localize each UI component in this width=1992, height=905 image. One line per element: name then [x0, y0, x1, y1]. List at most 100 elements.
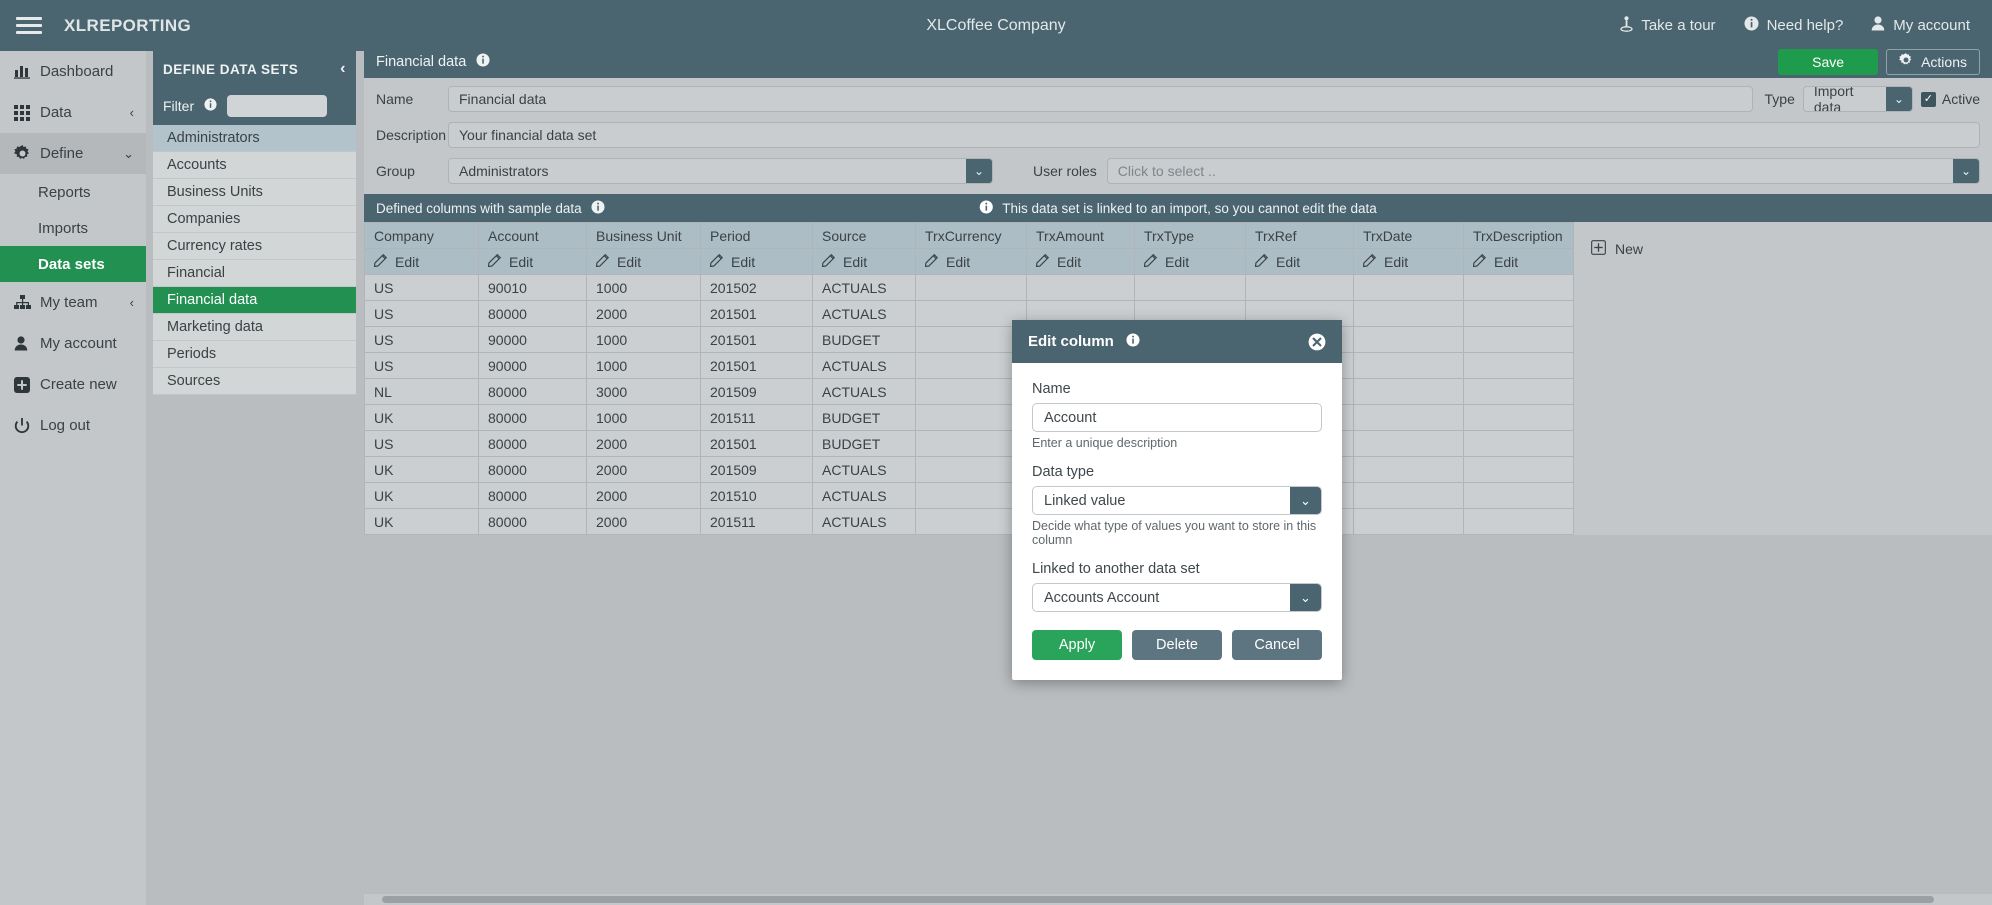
column-header: Company	[364, 222, 479, 249]
edit-column-cell[interactable]: Edit	[1134, 248, 1246, 275]
table-cell: 2000	[586, 508, 701, 535]
user-roles-select[interactable]: Click to select .. ⌄	[1106, 158, 1980, 184]
table-cell	[915, 326, 1027, 353]
info-icon[interactable]	[591, 199, 605, 217]
info-icon[interactable]	[1126, 332, 1140, 351]
apply-button[interactable]: Apply	[1032, 630, 1122, 660]
horizontal-scrollbar[interactable]	[364, 894, 1992, 905]
modal-name-input[interactable]: Account	[1032, 403, 1322, 432]
cancel-button[interactable]: Cancel	[1232, 630, 1322, 660]
table-cell: US	[364, 430, 479, 457]
delete-button[interactable]: Delete	[1132, 630, 1222, 660]
close-icon[interactable]	[1308, 333, 1326, 351]
save-button[interactable]: Save	[1778, 48, 1879, 75]
data-set-list-item[interactable]: Periods	[153, 341, 356, 368]
actions-button[interactable]: Actions	[1886, 48, 1980, 75]
sidebar-item-imports[interactable]: Imports	[0, 210, 146, 246]
brand-logo[interactable]: XLREPORTING	[64, 16, 191, 36]
edit-column-dialog-body: Name Account Enter a unique description …	[1012, 363, 1342, 680]
table-cell: BUDGET	[812, 404, 916, 431]
data-sets-panel-header: DEFINE DATA SETS ‹	[153, 51, 356, 87]
sidebar-item-my-account[interactable]: My account	[0, 323, 146, 364]
edit-column-cell[interactable]: Edit	[1026, 248, 1135, 275]
sidebar-item-data-sets[interactable]: Data sets	[0, 246, 146, 282]
edit-column-link[interactable]: Edit	[595, 253, 691, 270]
data-set-list-item-label: Periods	[167, 346, 217, 362]
data-set-list-item-label: Business Units	[167, 184, 263, 200]
data-set-list-item[interactable]: Administrators	[153, 125, 356, 152]
sidebar-item-create-new[interactable]: Create new	[0, 364, 146, 405]
new-column-button[interactable]: New	[1583, 239, 1715, 258]
edit-column-cell[interactable]: Edit	[812, 248, 916, 275]
data-set-list-item[interactable]: Business Units	[153, 179, 356, 206]
edit-pencil-icon	[595, 253, 610, 270]
sidebar-item-dashboard[interactable]: Dashboard	[0, 51, 146, 92]
top-bar: XLREPORTING XLCoffee Company Take a tour…	[0, 0, 1992, 51]
table-cell	[1245, 274, 1354, 301]
table-cell: 201509	[700, 378, 813, 405]
columns-bar-title: Defined columns with sample data	[376, 200, 582, 216]
chevron-left-icon[interactable]: ‹	[340, 60, 346, 78]
edit-column-link[interactable]: Edit	[1362, 253, 1454, 270]
edit-column-link[interactable]: Edit	[487, 253, 577, 270]
data-set-list-item[interactable]: Financial data	[153, 287, 356, 314]
edit-column-link[interactable]: Edit	[1472, 253, 1564, 270]
edit-column-link[interactable]: Edit	[924, 253, 1017, 270]
group-select[interactable]: Administrators ⌄	[448, 158, 993, 184]
data-set-list-item[interactable]: Sources	[153, 368, 356, 395]
sidebar-item-my-team[interactable]: My team ‹	[0, 282, 146, 323]
info-icon[interactable]	[476, 52, 490, 71]
modal-data-type-select[interactable]: Linked value ⌄	[1032, 486, 1322, 515]
sidebar-item-data[interactable]: Data ‹	[0, 92, 146, 133]
edit-column-cell[interactable]: Edit	[586, 248, 701, 275]
chevron-down-icon[interactable]: ⌄	[1953, 159, 1979, 183]
data-set-list-item[interactable]: Financial	[153, 260, 356, 287]
edit-column-cell[interactable]: Edit	[700, 248, 813, 275]
chevron-down-icon[interactable]: ⌄	[966, 159, 992, 183]
filter-input[interactable]	[227, 95, 328, 117]
data-set-list-item[interactable]: Marketing data	[153, 314, 356, 341]
edit-label: Edit	[843, 253, 868, 270]
take-a-tour-label: Take a tour	[1641, 17, 1716, 34]
table-cell: 201501	[700, 352, 813, 379]
table-edit-row: Edit Edit Edit Edit Edit Edit Edit Edit Edit Edit…	[364, 248, 1724, 275]
my-account-button[interactable]: My account	[1871, 16, 1970, 35]
edit-column-cell[interactable]: Edit	[1463, 248, 1574, 275]
description-input[interactable]: Your financial data set	[448, 122, 1980, 148]
user-icon	[14, 336, 40, 351]
data-set-list-item[interactable]: Companies	[153, 206, 356, 233]
take-a-tour-button[interactable]: Take a tour	[1620, 15, 1716, 36]
name-input[interactable]: Financial data	[448, 86, 1753, 112]
data-set-form: Name Financial data Type Import data ⌄ ✓…	[364, 78, 1992, 194]
chevron-down-icon[interactable]: ⌄	[1885, 87, 1912, 111]
edit-column-cell[interactable]: Edit	[1245, 248, 1354, 275]
sidebar-item-log-out[interactable]: Log out	[0, 405, 146, 446]
edit-column-link[interactable]: Edit	[821, 253, 906, 270]
edit-column-link[interactable]: Edit	[709, 253, 803, 270]
data-sets-panel: DEFINE DATA SETS ‹ Filter Administrators…	[153, 51, 356, 905]
data-set-list-item[interactable]: Accounts	[153, 152, 356, 179]
sidebar-item-define[interactable]: Define ⌄	[0, 133, 146, 174]
edit-column-cell[interactable]: Edit	[364, 248, 479, 275]
table-cell	[1463, 456, 1574, 483]
edit-column-link[interactable]: Edit	[1254, 253, 1344, 270]
table-cell: ACTUALS	[812, 300, 916, 327]
need-help-button[interactable]: Need help?	[1744, 16, 1844, 35]
edit-column-link[interactable]: Edit	[1035, 253, 1125, 270]
table-cell	[1134, 274, 1246, 301]
chevron-down-icon[interactable]: ⌄	[1290, 584, 1321, 611]
edit-column-cell[interactable]: Edit	[1353, 248, 1464, 275]
edit-column-link[interactable]: Edit	[1143, 253, 1236, 270]
edit-column-link[interactable]: Edit	[373, 253, 469, 270]
hamburger-icon[interactable]	[16, 17, 42, 34]
need-help-label: Need help?	[1766, 17, 1844, 34]
modal-linked-select[interactable]: Accounts Account ⌄	[1032, 583, 1322, 612]
type-select[interactable]: Import data ⌄	[1802, 86, 1913, 112]
chevron-down-icon[interactable]: ⌄	[1290, 487, 1321, 514]
active-checkbox[interactable]: ✓ Active	[1920, 91, 1980, 107]
sidebar-item-reports[interactable]: Reports	[0, 174, 146, 210]
data-set-list-item[interactable]: Currency rates	[153, 233, 356, 260]
edit-column-cell[interactable]: Edit	[915, 248, 1027, 275]
scrollbar-thumb[interactable]	[382, 896, 1934, 903]
edit-column-cell[interactable]: Edit	[478, 248, 587, 275]
